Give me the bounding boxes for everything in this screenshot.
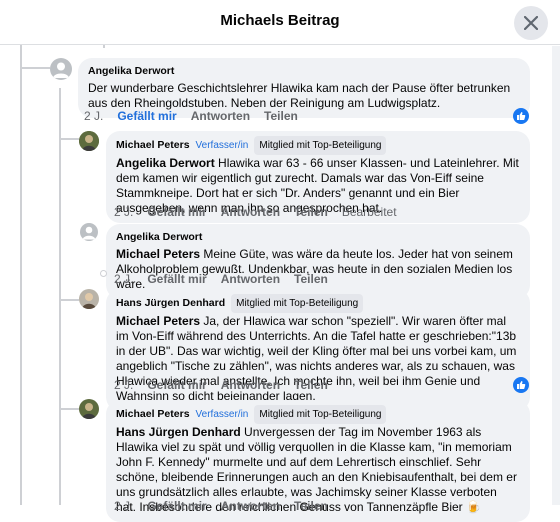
dialog-title: Michaels Beitrag xyxy=(220,12,340,29)
comment-bubble: Angelika Derwort Michael Peters Meine Gü… xyxy=(106,224,530,299)
avatar[interactable] xyxy=(79,289,99,309)
like-button[interactable]: Gefällt mir xyxy=(147,205,206,219)
thread-connector xyxy=(59,408,79,410)
like-button[interactable]: Gefällt mir xyxy=(147,272,206,286)
comment-time[interactable]: 2 J. xyxy=(84,109,103,123)
top-contributor-badge: Mitglied mit Top-Beteiligung xyxy=(254,404,387,424)
reply-button[interactable]: Antworten xyxy=(221,205,280,219)
comment-author[interactable]: Angelika Derwort xyxy=(116,230,520,245)
comment-header: Michael Peters Verfasser/in Mitglied mit… xyxy=(116,404,520,424)
like-reaction-badge[interactable] xyxy=(513,108,529,124)
mention-link[interactable]: Hans Jürgen Denhard xyxy=(116,425,241,439)
comment-time[interactable]: 2 J. xyxy=(114,272,133,286)
user-icon xyxy=(82,226,96,240)
profile-photo-icon xyxy=(79,131,99,151)
profile-photo-icon xyxy=(79,289,99,309)
share-button[interactable]: Teilen xyxy=(294,205,328,219)
reply-button[interactable]: Antworten xyxy=(221,378,280,392)
thread-line xyxy=(20,44,22,505)
comment-header: Hans Jürgen Denhard Mitglied mit Top-Bet… xyxy=(116,293,520,313)
share-button[interactable]: Teilen xyxy=(294,499,328,513)
comment-actions: 2 J. Gefällt mir Antworten Teilen xyxy=(114,272,328,286)
top-contributor-badge: Mitglied mit Top-Beteiligung xyxy=(254,135,387,155)
thread-line xyxy=(59,88,61,505)
profile-photo-icon xyxy=(79,399,99,419)
comment-time[interactable]: 2 J. xyxy=(114,499,133,513)
user-icon xyxy=(53,62,69,78)
avatar[interactable] xyxy=(79,399,99,419)
dialog-header: Michaels Beitrag xyxy=(0,0,560,45)
comment-author[interactable]: Michael Peters xyxy=(116,407,190,422)
comment-author[interactable]: Hans Jürgen Denhard xyxy=(116,296,225,311)
close-button[interactable] xyxy=(514,6,548,40)
reply-button[interactable]: Antworten xyxy=(191,109,250,123)
mention-link[interactable]: Michael Peters xyxy=(116,247,200,261)
mention-link[interactable]: Michael Peters xyxy=(116,314,200,328)
like-reaction-badge[interactable] xyxy=(513,377,529,393)
thread-connector xyxy=(59,299,79,301)
comment-header: Michael Peters Verfasser/in Mitglied mit… xyxy=(116,135,520,155)
share-button[interactable]: Teilen xyxy=(294,272,328,286)
comment-text: Der wunderbare Geschichtslehrer Hlawika … xyxy=(88,81,511,110)
comment-actions: 2 J. Gefällt mir Antworten Teilen xyxy=(114,378,328,392)
top-contributor-badge: Mitglied mit Top-Beteiligung xyxy=(231,293,364,313)
comment-time[interactable]: 2 J. xyxy=(114,205,133,219)
reply-button[interactable]: Antworten xyxy=(221,272,280,286)
comment-bubble: Hans Jürgen Denhard Mitglied mit Top-Bet… xyxy=(106,289,530,411)
avatar[interactable] xyxy=(79,131,99,151)
author-badge: Verfasser/in xyxy=(195,139,249,151)
avatar[interactable] xyxy=(50,58,72,80)
comment-author[interactable]: Michael Peters xyxy=(116,138,190,153)
share-button[interactable]: Teilen xyxy=(294,378,328,392)
comment-time[interactable]: 2 J. xyxy=(114,378,133,392)
share-button[interactable]: Teilen xyxy=(264,109,298,123)
comment-actions: 2 J. Gefällt mir Antworten Teilen xyxy=(114,499,328,513)
mention-link[interactable]: Angelika Derwort xyxy=(116,156,215,170)
like-button[interactable]: Gefällt mir xyxy=(147,378,206,392)
comment-author[interactable]: Angelika Derwort xyxy=(88,64,520,79)
comment-actions: 2 J. Gefällt mir Antworten Teilen xyxy=(84,109,298,123)
thumbs-up-icon xyxy=(517,381,526,389)
author-badge: Verfasser/in xyxy=(195,408,249,420)
like-button[interactable]: Gefällt mir xyxy=(147,499,206,513)
scrollbar[interactable] xyxy=(552,46,560,505)
beer-emoji: 🍺 xyxy=(466,500,481,514)
like-button[interactable]: Gefällt mir xyxy=(117,109,176,123)
thumbs-up-icon xyxy=(517,112,526,120)
comment-actions: 2 J. Gefällt mir Antworten Teilen Bearbe… xyxy=(114,205,397,219)
thread-connector xyxy=(59,138,79,140)
avatar[interactable] xyxy=(80,223,98,241)
thread-dot xyxy=(100,270,107,277)
close-icon xyxy=(524,16,538,30)
edited-label: Bearbeitet xyxy=(341,205,397,219)
thread-connector xyxy=(20,67,50,69)
reply-button[interactable]: Antworten xyxy=(221,499,280,513)
